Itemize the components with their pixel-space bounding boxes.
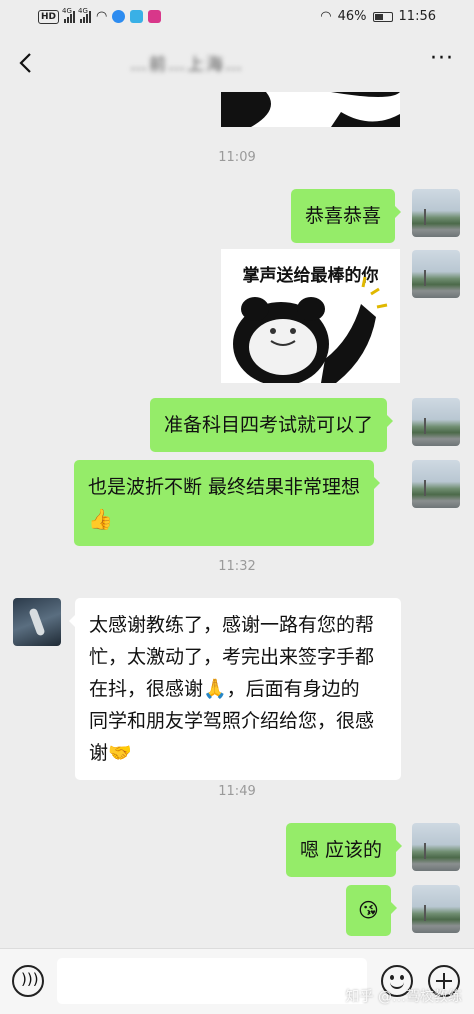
message-text-line: 忙，太激动了，考完出来签字手都 — [89, 646, 375, 668]
timestamp: 11:49 — [218, 784, 256, 799]
hd-badge: HD — [38, 9, 60, 24]
my-avatar[interactable] — [412, 885, 460, 933]
my-avatar[interactable] — [412, 189, 460, 237]
more-button[interactable]: ··· — [430, 48, 454, 70]
message-bubble[interactable]: 准备科目四考试就可以了 — [150, 398, 394, 452]
clock: 11:56 — [398, 9, 436, 24]
chat-area[interactable]: 11:09 恭喜恭喜 掌声送给最棒的你 准备科目四考试就可以了 也是波折不断 最… — [0, 92, 474, 948]
my-avatar[interactable] — [412, 250, 460, 298]
signal-icon: 4G — [78, 7, 92, 23]
chat-title: …前…上海… — [130, 55, 244, 75]
headphones-icon: ◠ — [320, 9, 332, 24]
wink-icon: 😘 — [358, 898, 379, 922]
timestamp: 11:32 — [218, 559, 256, 574]
back-button[interactable] — [14, 48, 40, 78]
sticker-image[interactable]: 掌声送给最棒的你 — [221, 249, 400, 383]
my-avatar[interactable] — [412, 823, 460, 871]
message-bubble[interactable]: 也是波折不断 最终结果非常理想 👍 — [74, 460, 381, 546]
message-bubble[interactable]: 太感谢教练了，感谢一路有您的帮 忙，太激动了，考完出来签字手都 在抖，很感谢🙏，… — [69, 598, 401, 780]
message-bubble[interactable]: 😘 — [346, 885, 397, 936]
chevron-left-icon — [19, 53, 31, 73]
app-icon — [148, 10, 162, 23]
contact-avatar[interactable] — [13, 598, 61, 646]
message-text-line: 谢🤝 — [89, 742, 132, 764]
message-text-line: 在抖，很感谢🙏，后面有身边的 — [89, 678, 360, 700]
watermark: 知乎 @…驾校教练 — [345, 989, 462, 1005]
wifi-icon: ◠ — [96, 9, 108, 24]
sticker-image[interactable] — [221, 92, 400, 127]
message-bubble[interactable]: 嗯 应该的 — [286, 823, 403, 877]
battery-icon — [372, 11, 393, 22]
signal-icon: 4G — [62, 7, 76, 23]
thumbs-up-icon: 👍 — [88, 507, 113, 531]
app-icon — [130, 10, 144, 23]
message-text: 嗯 应该的 — [300, 839, 383, 861]
message-text: 恭喜恭喜 — [305, 205, 382, 227]
message-text-line: 同学和朋友学驾照介绍给您，很感 — [89, 710, 375, 732]
message-text-line: 太感谢教练了，感谢一路有您的帮 — [89, 614, 375, 636]
message-text: 准备科目四考试就可以了 — [164, 414, 374, 436]
app-icon — [112, 10, 126, 23]
my-avatar[interactable] — [412, 460, 460, 508]
voice-icon[interactable]: ))) — [12, 965, 44, 997]
my-avatar[interactable] — [412, 398, 460, 446]
status-bar: HD 4G 4G ◠ ◠ 46% 11:56 — [0, 0, 474, 34]
message-input[interactable] — [57, 958, 367, 1004]
message-text: 也是波折不断 最终结果非常理想 — [88, 476, 361, 498]
chat-header: …前…上海… ··· — [0, 34, 474, 92]
message-bubble[interactable]: 恭喜恭喜 — [291, 189, 402, 243]
battery-percent: 46% — [337, 9, 367, 24]
timestamp: 11:09 — [218, 150, 256, 165]
